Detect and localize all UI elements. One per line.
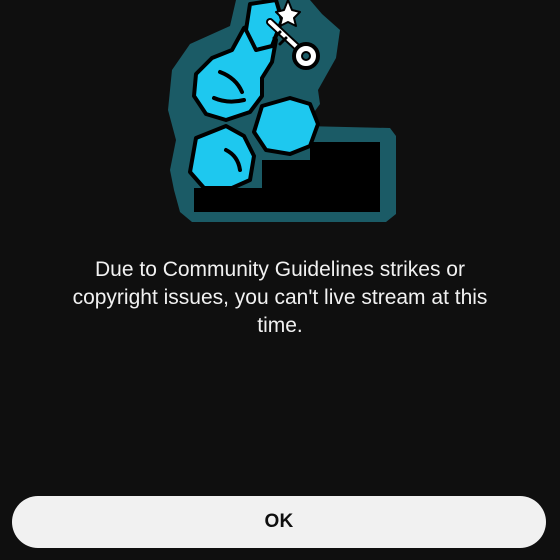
live-stream-blocked-screen: Due to Community Guidelines strikes or c… (0, 0, 560, 560)
live-stream-restriction-message: Due to Community Guidelines strikes or c… (72, 258, 488, 337)
locked-figure-illustration (168, 0, 396, 222)
ok-button[interactable]: OK (12, 496, 546, 548)
